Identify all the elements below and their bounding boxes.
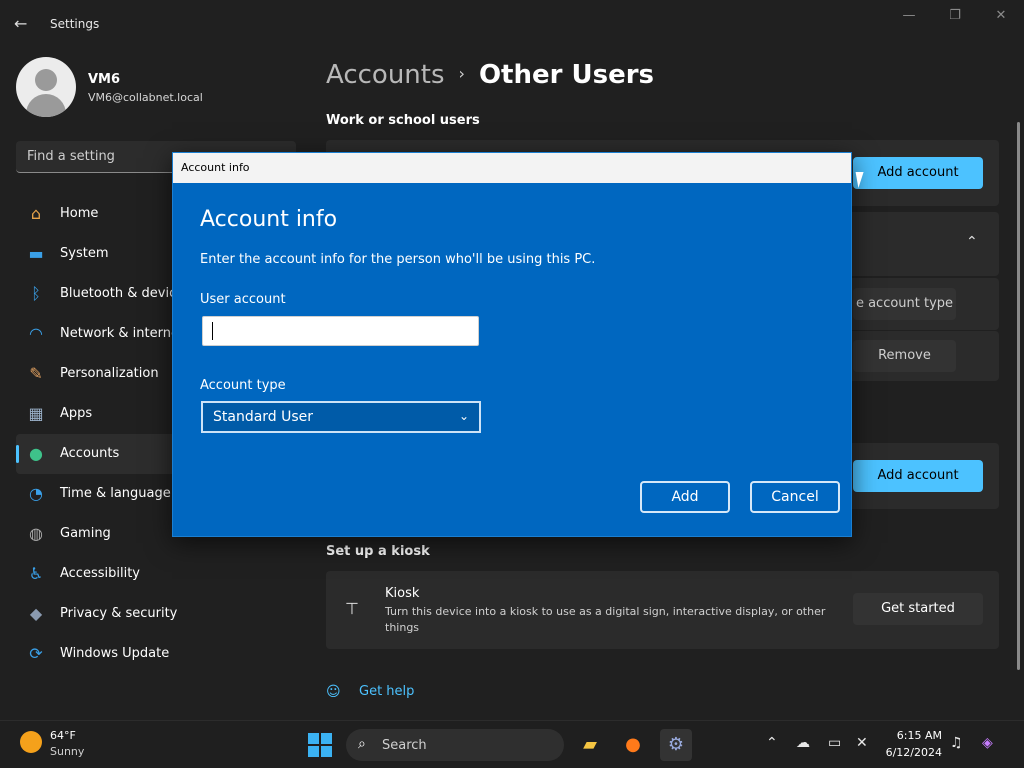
account-type-value: Standard User xyxy=(213,409,314,425)
sidebar-item-label: Gaming xyxy=(60,526,111,541)
avatar[interactable] xyxy=(16,57,76,117)
remove-button[interactable]: Remove xyxy=(853,340,956,372)
sidebar-item-label: Personalization xyxy=(60,366,159,381)
volume-muted-icon[interactable]: ✕ xyxy=(856,735,868,751)
chevron-up-icon[interactable]: ⌃ xyxy=(966,234,978,250)
home-icon: ⌂ xyxy=(30,204,42,223)
dialog-titlebar: Account info xyxy=(173,153,851,183)
account-info-dialog: Account info Account info Enter the acco… xyxy=(172,152,852,537)
window-title: Settings xyxy=(50,17,100,31)
display-icon[interactable]: ▭ xyxy=(828,735,841,751)
search-placeholder: Find a setting xyxy=(27,149,115,164)
file-explorer-icon[interactable]: ▰ xyxy=(574,729,606,761)
account-type-label: Account type xyxy=(200,378,286,393)
profile-name: VM6 xyxy=(88,72,121,87)
cloud-offline-icon[interactable]: ☁ xyxy=(796,735,810,751)
breadcrumb-parent[interactable]: Accounts xyxy=(326,60,445,90)
chevron-right-icon: › xyxy=(458,64,465,83)
kiosk-title: Kiosk xyxy=(385,586,420,601)
system-icon: ▬ xyxy=(28,244,44,263)
title-bar: ← Settings — ❐ ✕ xyxy=(0,0,1024,48)
sun-icon[interactable] xyxy=(20,731,42,753)
get-help-link[interactable]: Get help xyxy=(359,684,414,699)
breadcrumb: Accounts › Other Users xyxy=(326,60,654,90)
shield-icon: ◆ xyxy=(29,604,43,623)
clock-time: 6:15 AM xyxy=(896,729,942,742)
section-kiosk: Set up a kiosk xyxy=(326,544,430,559)
add-work-account-button[interactable]: Add account xyxy=(853,157,983,189)
settings-window: ← Settings — ❐ ✕ VM6 VM6@collabnet.local… xyxy=(0,0,1024,720)
gamepad-icon: ◍ xyxy=(29,524,43,543)
dialog-titlebar-text: Account info xyxy=(181,161,250,174)
profile-email: VM6@collabnet.local xyxy=(88,91,203,104)
accessibility-icon: ♿ xyxy=(28,564,44,583)
taskbar-clock[interactable]: 6:15 AM 6/12/2024 xyxy=(884,729,942,759)
sidebar-item-label: Network & interne xyxy=(60,326,179,341)
cancel-button[interactable]: Cancel xyxy=(750,481,840,513)
weather-condition[interactable]: Sunny xyxy=(50,745,84,758)
sidebar-item-privacy[interactable]: ◆ Privacy & security xyxy=(16,594,296,634)
page-title: Other Users xyxy=(478,60,655,90)
account-type-select[interactable]: Standard User ⌄ xyxy=(201,401,481,433)
kiosk-icon: ⊤ xyxy=(345,599,359,618)
minimize-button[interactable]: — xyxy=(894,8,924,26)
clock-date: 6/12/2024 xyxy=(885,746,942,759)
update-icon: ⟳ xyxy=(29,644,43,663)
section-work-school: Work or school users xyxy=(326,113,480,128)
bluetooth-icon: ᛒ xyxy=(31,284,41,303)
change-account-type-button[interactable]: e account type xyxy=(853,288,956,320)
sidebar-item-label: System xyxy=(60,246,109,261)
user-account-label: User account xyxy=(200,292,286,307)
dialog-subtitle: Enter the account info for the person wh… xyxy=(200,252,596,267)
wifi-icon: ◠ xyxy=(29,324,43,343)
taskbar-search-label: Search xyxy=(382,738,427,753)
sidebar-item-label: Windows Update xyxy=(60,646,170,661)
settings-gear-icon[interactable]: ⚙ xyxy=(660,729,692,761)
copilot-icon[interactable]: ◈ xyxy=(982,735,993,751)
weather-temp[interactable]: 64°F xyxy=(50,729,76,742)
help-icon: ☺ xyxy=(326,684,341,700)
taskbar: 64°F Sunny ⌕ Search ▰ ● ⚙ ⌃ ☁ ▭ ✕ 6:15 A… xyxy=(0,720,1024,768)
taskbar-search[interactable]: ⌕ Search xyxy=(346,729,564,761)
chevron-up-tray-icon[interactable]: ⌃ xyxy=(766,735,778,751)
notification-bell-icon[interactable]: ♫ xyxy=(950,735,963,751)
firefox-icon[interactable]: ● xyxy=(617,729,649,761)
windows-start-icon[interactable] xyxy=(308,733,332,757)
scrollbar[interactable] xyxy=(1017,122,1020,670)
sidebar-item-label: Time & language xyxy=(60,486,171,501)
sidebar-item-label: Accessibility xyxy=(60,566,140,581)
sidebar-item-accessibility[interactable]: ♿ Accessibility xyxy=(16,554,296,594)
sidebar-item-label: Privacy & security xyxy=(60,606,178,621)
search-icon: ⌕ xyxy=(358,736,366,752)
sidebar-item-label: Bluetooth & devic xyxy=(60,286,177,301)
brush-icon: ✎ xyxy=(29,364,43,383)
back-arrow-icon[interactable]: ← xyxy=(14,14,34,34)
apps-icon: ▦ xyxy=(28,404,44,423)
sidebar-item-windows-update[interactable]: ⟳ Windows Update xyxy=(16,634,296,674)
text-caret xyxy=(212,322,213,340)
add-button[interactable]: Add xyxy=(640,481,730,513)
sidebar-item-label: Accounts xyxy=(60,446,120,461)
user-account-input[interactable] xyxy=(202,316,479,346)
add-other-account-button[interactable]: Add account xyxy=(853,460,983,492)
person-icon: ● xyxy=(29,444,43,463)
clock-globe-icon: ◔ xyxy=(29,484,43,503)
chevron-down-icon: ⌄ xyxy=(458,409,469,423)
kiosk-description: Turn this device into a kiosk to use as … xyxy=(385,605,826,634)
sidebar-item-label: Apps xyxy=(60,406,93,421)
close-button[interactable]: ✕ xyxy=(986,8,1016,26)
dialog-heading: Account info xyxy=(200,207,338,232)
maximize-button[interactable]: ❐ xyxy=(940,8,970,26)
sidebar-item-label: Home xyxy=(60,206,99,221)
get-started-button[interactable]: Get started xyxy=(853,593,983,625)
